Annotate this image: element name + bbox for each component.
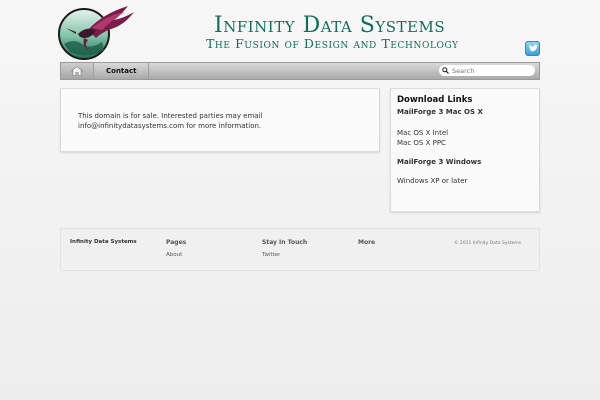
- search-box[interactable]: [439, 65, 535, 76]
- download-link-mac-ppc[interactable]: Mac OS X PPC: [397, 138, 533, 148]
- footer-column-pages: Pages About: [166, 239, 186, 258]
- download-link-mac-intel[interactable]: Mac OS X Intel: [397, 128, 533, 138]
- footer-column-more: More: [358, 239, 375, 246]
- footer-copyright-column: © 2011 Infinity Data Systems: [454, 241, 521, 246]
- site-logo[interactable]: [58, 4, 136, 62]
- search-input[interactable]: [449, 65, 532, 76]
- footer-link-about[interactable]: About: [166, 252, 186, 258]
- site-tagline: The Fusion of Design and Technology: [206, 36, 459, 51]
- download-links-widget: Download Links MailForge 3 Mac OS X Mac …: [390, 88, 540, 212]
- site-title: Infinity Data Systems: [214, 13, 446, 38]
- footer-site-name: Infinity Data Systems: [70, 239, 137, 245]
- nav-item-contact[interactable]: Contact: [95, 63, 149, 79]
- twitter-button[interactable]: [525, 41, 540, 56]
- download-group-title-mac: MailForge 3 Mac OS X: [397, 108, 483, 116]
- hummingbird-globe-logo: [58, 6, 134, 60]
- search-icon: [442, 67, 449, 74]
- home-icon: [71, 66, 83, 76]
- nav-home-button[interactable]: [61, 63, 94, 79]
- download-group-title-windows: MailForge 3 Windows: [397, 158, 482, 166]
- download-links-heading: Download Links: [397, 95, 473, 105]
- main-navigation: Contact: [60, 62, 540, 80]
- site-footer: Infinity Data Systems Pages About Stay I…: [60, 228, 540, 271]
- footer-heading-stay-in-touch: Stay In Touch: [262, 239, 308, 246]
- footer-heading-pages: Pages: [166, 239, 187, 246]
- footer-link-twitter[interactable]: Twitter: [262, 252, 307, 258]
- download-link-windows-xp[interactable]: Windows XP or later: [397, 176, 533, 186]
- twitter-icon: [528, 44, 538, 52]
- footer-site-column: Infinity Data Systems: [70, 239, 137, 245]
- footer-heading-more: More: [358, 239, 376, 246]
- main-content-box: This domain is for sale. Interested part…: [60, 88, 380, 152]
- domain-sale-notice: This domain is for sale. Interested part…: [78, 112, 263, 130]
- footer-copyright: © 2011 Infinity Data Systems: [454, 241, 522, 246]
- page: Infinity Data Systems The Fusion of Desi…: [0, 0, 600, 400]
- footer-column-stay-in-touch: Stay In Touch Twitter: [262, 239, 307, 258]
